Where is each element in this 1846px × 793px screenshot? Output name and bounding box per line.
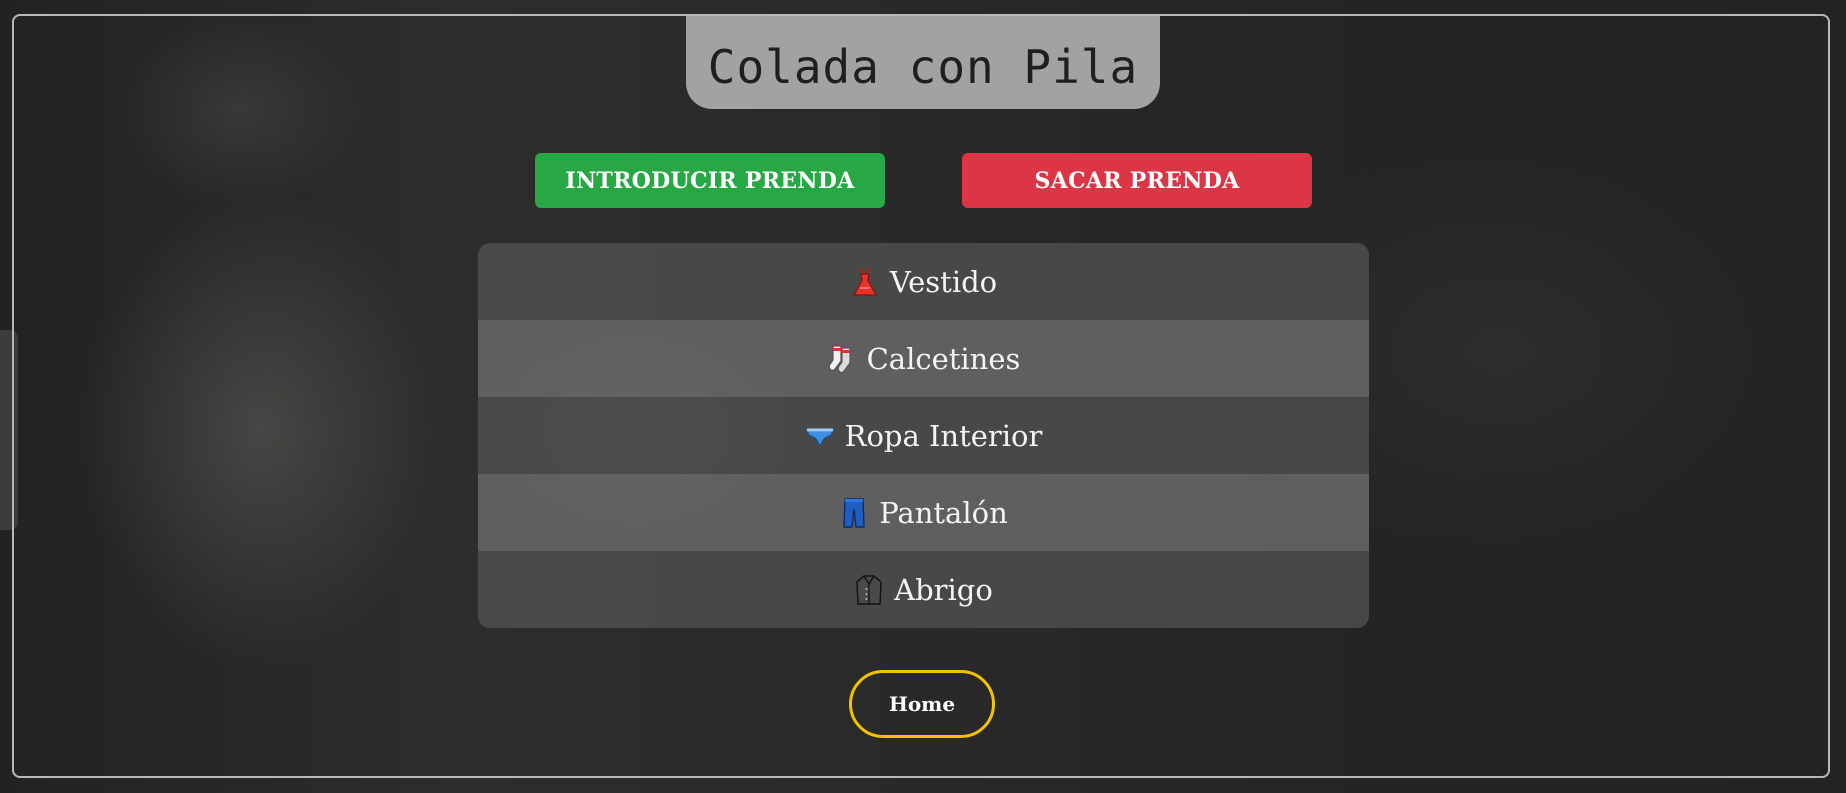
- title-tab: Colada con Pila: [686, 16, 1160, 109]
- stack-item-label: Vestido: [889, 264, 998, 299]
- stack-item-label: Calcetines: [866, 341, 1021, 376]
- stack-item-label: Ropa Interior: [844, 418, 1043, 453]
- stack-item-label: Abrigo: [894, 572, 993, 607]
- page-title: Colada con Pila: [707, 39, 1139, 94]
- home-button[interactable]: Home: [849, 670, 995, 738]
- underwear-icon: [805, 420, 835, 452]
- garment-stack: Vestido Calcetines Ropa Interior Pantaló…: [478, 243, 1369, 628]
- push-garment-button[interactable]: INTRODUCIR PRENDA: [535, 153, 885, 208]
- stack-item: Pantalón: [478, 474, 1369, 551]
- stack-item: Calcetines: [478, 320, 1369, 397]
- stack-item: Vestido: [478, 243, 1369, 320]
- dress-icon: [850, 266, 880, 298]
- stack-item: Ropa Interior: [478, 397, 1369, 474]
- stack-item-label: Pantalón: [879, 495, 1008, 530]
- socks-icon: [827, 343, 857, 375]
- jeans-icon: [839, 497, 869, 529]
- coat-icon: [854, 574, 884, 606]
- stack-item: Abrigo: [478, 551, 1369, 628]
- pop-garment-button[interactable]: SACAR PRENDA: [962, 153, 1312, 208]
